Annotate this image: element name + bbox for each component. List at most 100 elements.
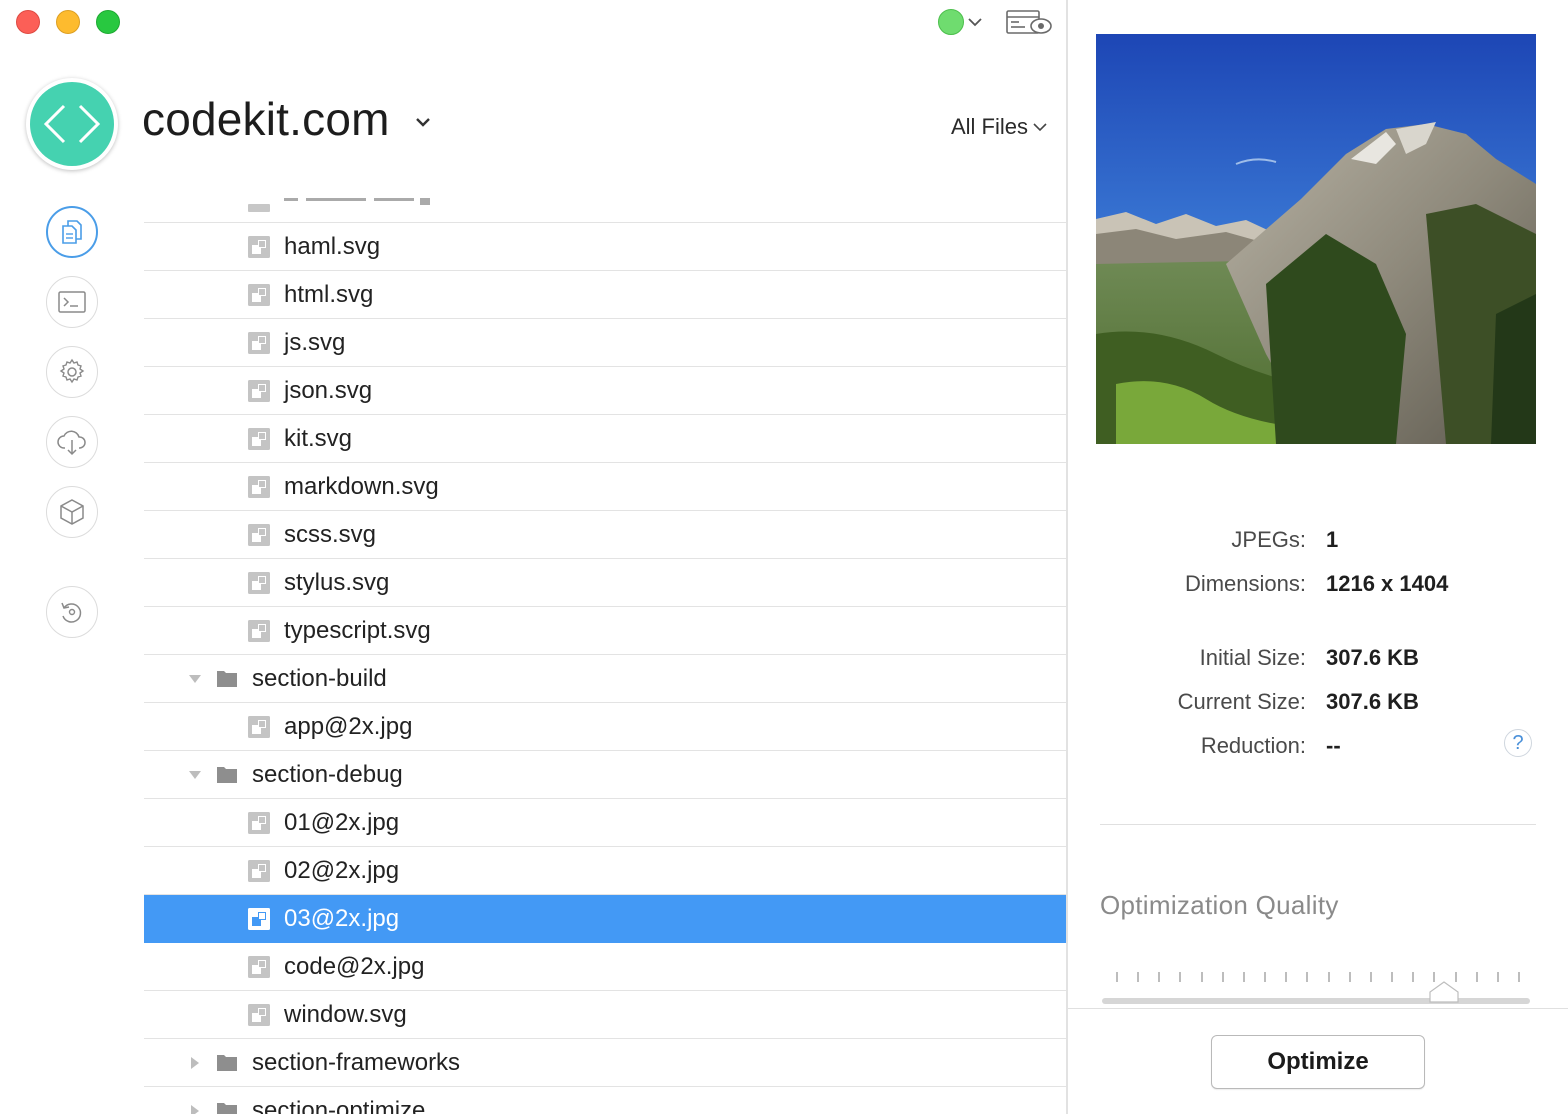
slider-tick [1221, 972, 1224, 982]
nav-files-button[interactable] [46, 206, 98, 258]
file-name: js.svg [284, 329, 346, 356]
nav-log-button[interactable] [46, 276, 98, 328]
image-file-icon [248, 1004, 270, 1026]
slider-tick [1327, 972, 1330, 982]
quality-slider[interactable] [1102, 981, 1530, 1004]
file-name: haml.svg [284, 233, 381, 260]
file-name: window.svg [284, 1001, 407, 1028]
file-row[interactable]: stylus.svg [144, 559, 1066, 607]
file-name: html.svg [284, 281, 374, 308]
project-logo[interactable] [26, 78, 118, 170]
info-value: 1216 x 1404 [1326, 571, 1449, 596]
folder-icon [217, 1055, 237, 1071]
file-tree: haml.svg html.svg js.svg json.svg kit.svg mar… [144, 198, 1066, 1114]
file-row[interactable]: window.svg [144, 991, 1066, 1039]
image-file-icon [248, 332, 270, 354]
chevron-down-icon [968, 18, 982, 27]
code-brackets-icon [43, 104, 101, 144]
info-label: Current Size: [1177, 689, 1306, 714]
optimization-quality-title: Optimization Quality [1100, 890, 1339, 920]
file-row[interactable]: 01@2x.jpg [144, 799, 1066, 847]
file-name: code@2x.jpg [284, 953, 425, 980]
slider-tick [1306, 972, 1309, 982]
file-row[interactable]: markdown.svg [144, 463, 1066, 511]
file-filter-select[interactable]: All Files [951, 114, 1048, 140]
nav-refresh-button[interactable] [46, 586, 98, 638]
file-row[interactable]: haml.svg [144, 223, 1066, 271]
info-reduction-row: Reduction: -- [1068, 733, 1568, 763]
info-value: 307.6 KB [1326, 689, 1419, 714]
files-icon [62, 220, 82, 244]
disclosure-expanded-icon[interactable] [188, 673, 202, 685]
file-row[interactable]: 02@2x.jpg [144, 847, 1066, 895]
folder-row[interactable]: section-debug [144, 751, 1066, 799]
nav-cloud-button[interactable] [46, 416, 98, 468]
cloud-download-icon [57, 430, 86, 456]
divider [1100, 824, 1536, 825]
info-jpegs-row: JPEGs: 1 [1068, 527, 1568, 557]
project-title[interactable]: codekit.com [142, 92, 390, 146]
divider [1068, 1008, 1568, 1009]
folder-icon [217, 767, 237, 783]
server-status-button[interactable] [938, 9, 983, 35]
folder-name: section-debug [252, 761, 403, 788]
file-row[interactable]: 03@2x.jpg [144, 895, 1066, 943]
file-row[interactable]: html.svg [144, 271, 1066, 319]
zoom-window-button[interactable] [96, 10, 120, 34]
file-row[interactable]: app@2x.jpg [144, 703, 1066, 751]
folder-name: section-build [252, 665, 387, 692]
slider-tick [1517, 972, 1520, 982]
file-name: typescript.svg [284, 617, 431, 644]
slider-tick [1158, 972, 1161, 982]
disclosure-collapsed-icon[interactable] [188, 1057, 202, 1069]
image-file-icon [248, 956, 270, 978]
info-value: 1 [1326, 527, 1339, 552]
file-row[interactable]: code@2x.jpg [144, 943, 1066, 991]
folder-row[interactable]: section-frameworks [144, 1039, 1066, 1087]
cube-icon [60, 499, 84, 525]
slider-tick [1200, 972, 1203, 982]
help-button[interactable]: ? [1504, 729, 1532, 757]
gear-icon [59, 358, 85, 384]
file-row[interactable]: kit.svg [144, 415, 1066, 463]
file-name: scss.svg [284, 521, 377, 548]
slider-tick [1285, 972, 1288, 982]
codekit-window: codekit.com All Files haml.svg html.svg … [0, 0, 1568, 1114]
nav-settings-button[interactable] [46, 346, 98, 398]
file-filter-label: All Files [951, 114, 1029, 139]
image-file-icon [248, 572, 270, 594]
close-window-button[interactable] [16, 10, 40, 34]
optimize-button[interactable]: Optimize [1211, 1035, 1425, 1089]
image-preview [1096, 34, 1536, 444]
slider-tick [1475, 972, 1478, 982]
file-row[interactable]: json.svg [144, 367, 1066, 415]
disclosure-expanded-icon[interactable] [188, 769, 202, 781]
file-name: stylus.svg [284, 569, 390, 596]
slider-tick [1242, 972, 1245, 982]
image-file-icon [248, 236, 270, 258]
slider-tick [1116, 972, 1118, 982]
disclosure-collapsed-icon[interactable] [188, 1105, 202, 1114]
info-value: -- [1326, 733, 1341, 758]
folder-name: section-optimize [252, 1097, 426, 1114]
file-row[interactable]: typescript.svg [144, 607, 1066, 655]
image-file-icon [248, 860, 270, 882]
file-row-partial[interactable] [144, 198, 1066, 223]
quality-slider-thumb[interactable] [1428, 980, 1460, 1004]
nav-packages-button[interactable] [46, 486, 98, 538]
slider-tick [1348, 972, 1351, 982]
slider-tick [1496, 972, 1499, 982]
browser-preview-eye-icon[interactable] [1005, 8, 1053, 38]
info-value: 307.6 KB [1326, 645, 1419, 670]
file-row[interactable]: scss.svg [144, 511, 1066, 559]
file-icon [248, 204, 270, 212]
image-file-icon [248, 428, 270, 450]
folder-row[interactable]: section-build [144, 655, 1066, 703]
project-menu-chevron-icon[interactable] [413, 112, 433, 132]
minimize-window-button[interactable] [56, 10, 80, 34]
file-name: kit.svg [284, 425, 353, 452]
window-controls [16, 10, 120, 34]
folder-row[interactable]: section-optimize [144, 1087, 1066, 1114]
slider-tick [1264, 972, 1267, 982]
file-row[interactable]: js.svg [144, 319, 1066, 367]
